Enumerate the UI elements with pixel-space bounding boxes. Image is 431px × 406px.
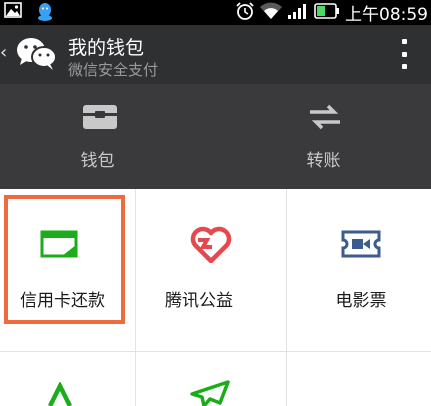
chevron-left-icon[interactable]: ‹ — [0, 42, 7, 63]
image-icon — [4, 2, 22, 26]
status-time: 上午08:59 — [345, 5, 428, 25]
more-vertical-icon[interactable] — [399, 39, 409, 69]
grid-item-lottery[interactable] — [0, 352, 135, 406]
grid-item-label: 电影票 — [335, 291, 387, 311]
qq-icon — [36, 2, 54, 26]
alarm-icon — [235, 1, 255, 25]
movie-ticket-icon — [341, 229, 381, 263]
signal-icon — [287, 2, 309, 24]
credit-card-repay-icon — [40, 229, 80, 265]
charity-heart-icon — [190, 225, 232, 267]
grid-item-credit-card-repay[interactable]: 信用卡还款 — [0, 189, 135, 351]
grid-item-movie-ticket[interactable]: 电影票 — [287, 189, 431, 351]
transfer-icon — [308, 102, 342, 136]
title-bar: ‹ 我的钱包 微信安全支付 — [0, 25, 431, 84]
grid-item-label: 腾讯公益 — [165, 291, 233, 311]
wallet-header-panel: 钱包 转账 — [0, 84, 431, 189]
transfer-label: 转账 — [306, 151, 341, 171]
battery-icon — [314, 2, 340, 23]
status-bar: 上午08:59 — [0, 0, 431, 25]
service-grid: 信用卡还款 腾讯公益 电影票 — [0, 189, 431, 406]
page-subtitle: 微信安全支付 — [68, 61, 159, 79]
airplane-icon — [188, 380, 232, 406]
lottery-icon — [47, 380, 73, 406]
grid-item-tencent-charity[interactable]: 腾讯公益 — [136, 189, 286, 351]
wifi-icon — [260, 2, 282, 24]
wallet-button[interactable]: 钱包 — [0, 84, 215, 189]
transfer-button[interactable]: 转账 — [216, 84, 431, 189]
wallet-label: 钱包 — [80, 151, 115, 171]
grid-item-label: 信用卡还款 — [20, 291, 105, 311]
page-title: 我的钱包 — [68, 37, 145, 59]
wallet-icon — [82, 102, 118, 136]
wechat-logo-icon[interactable] — [16, 37, 58, 75]
grid-item-flight[interactable] — [136, 352, 286, 406]
